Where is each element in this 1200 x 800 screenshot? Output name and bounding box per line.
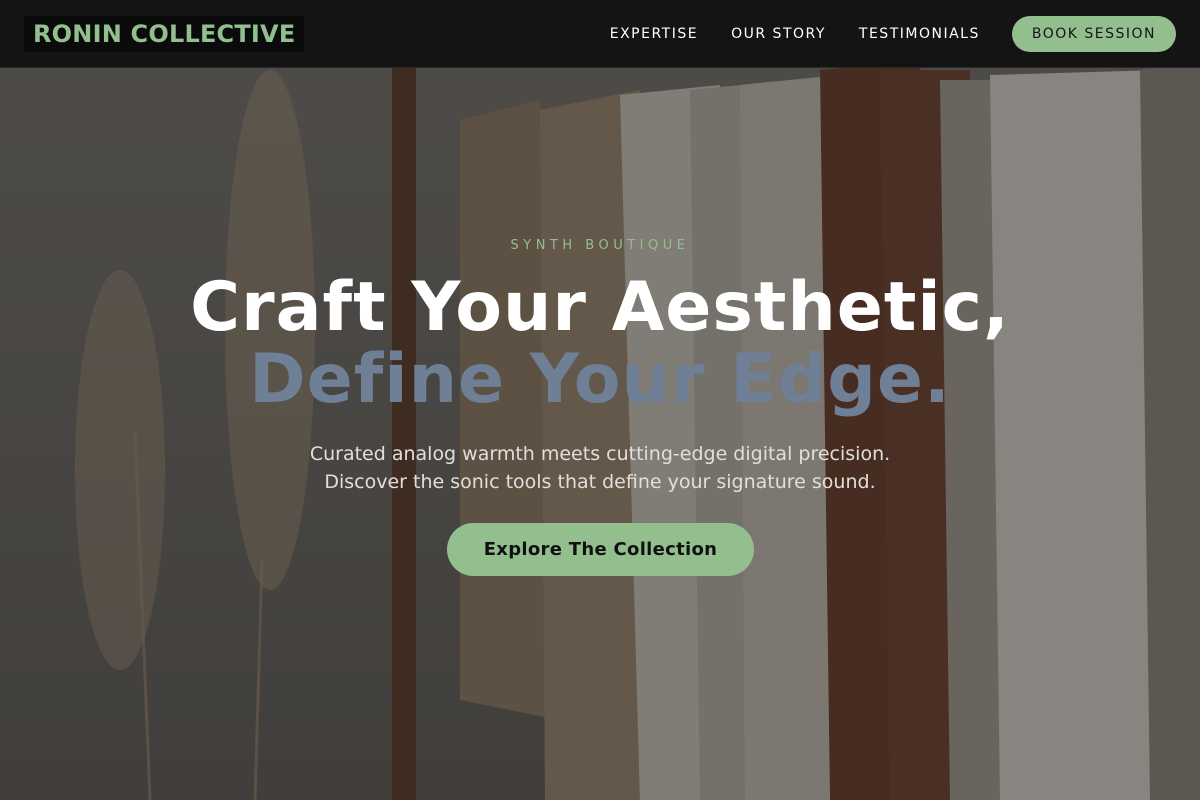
hero-eyebrow: SYNTH BOUTIQUE bbox=[510, 238, 690, 253]
hero-section: SYNTH BOUTIQUE Craft Your Aesthetic, Def… bbox=[0, 0, 1200, 800]
hero-description: Curated analog warmth meets cutting-edge… bbox=[0, 440, 1200, 496]
hero-description-line-1: Curated analog warmth meets cutting-edge… bbox=[309, 443, 891, 465]
explore-collection-button[interactable]: Explore The Collection bbox=[447, 523, 754, 576]
hero-description-line-2: Discover the sonic tools that define you… bbox=[324, 471, 876, 493]
hero-headline-secondary: Define Your Edge. bbox=[249, 340, 951, 419]
